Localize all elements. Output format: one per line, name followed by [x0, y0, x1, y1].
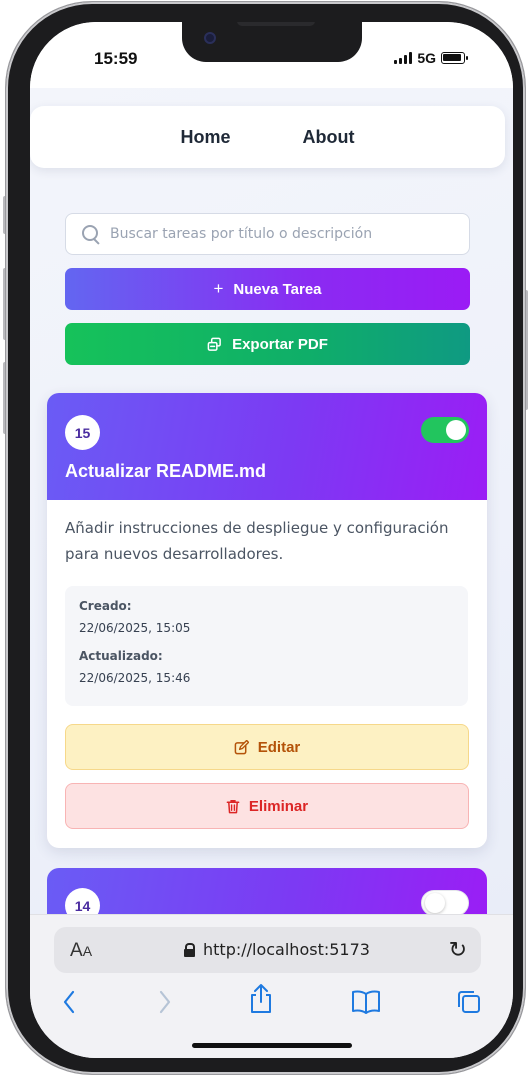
task-id-badge: 14 — [65, 888, 100, 914]
new-task-button[interactable]: + Nueva Tarea — [65, 268, 470, 310]
nav-link-home[interactable]: Home — [181, 127, 231, 148]
task-card: 14 — [47, 868, 487, 914]
url-text: http://localhost:5173 — [203, 940, 370, 959]
home-indicator — [192, 1043, 352, 1048]
phone-frame: 15:59 5G Home About Buscar tareas por tí… — [6, 2, 525, 1074]
edit-icon — [234, 739, 249, 754]
delete-label: Eliminar — [248, 797, 309, 815]
task-card-header: 15 Actualizar README.md — [47, 393, 487, 500]
search-box[interactable] — [65, 213, 470, 255]
export-pdf-button[interactable]: Exportar PDF — [65, 323, 470, 365]
document-export-icon — [207, 337, 221, 351]
forward-icon[interactable] — [158, 989, 172, 1015]
dynamic-island — [182, 22, 362, 62]
new-task-label: Nueva Tarea — [233, 280, 322, 298]
front-camera-icon — [204, 32, 216, 44]
share-icon[interactable] — [248, 983, 274, 1015]
created-label: Creado: — [79, 599, 132, 613]
battery-icon — [441, 52, 468, 64]
export-pdf-label: Exportar PDF — [232, 335, 328, 353]
url-display[interactable]: http://localhost:5173 — [184, 940, 370, 959]
edit-button[interactable]: Editar — [65, 724, 469, 770]
back-icon[interactable] — [62, 989, 76, 1015]
task-title: Actualizar README.md — [65, 461, 267, 481]
web-page[interactable]: Home About + Nueva Tarea Exportar PDF — [30, 88, 513, 914]
signal-icon — [394, 52, 413, 64]
status-bar: 15:59 5G — [30, 22, 513, 88]
plus-icon: + — [213, 279, 224, 298]
browser-nav-row — [30, 983, 513, 1023]
navbar: Home About — [30, 106, 505, 168]
reader-settings-button[interactable]: AA — [70, 940, 92, 962]
task-card: 15 Actualizar README.md Añadir instrucci… — [47, 393, 487, 848]
lock-icon — [184, 943, 195, 957]
search-icon — [82, 225, 100, 243]
tabs-icon[interactable] — [456, 989, 482, 1015]
bookmarks-icon[interactable] — [350, 989, 382, 1015]
status-indicators: 5G — [394, 50, 468, 66]
task-complete-toggle[interactable] — [421, 890, 469, 914]
phone-screen: 15:59 5G Home About Buscar tareas por tí… — [30, 22, 513, 1058]
task-id-badge: 15 — [65, 415, 100, 450]
delete-button[interactable]: Eliminar — [65, 783, 469, 829]
updated-label: Actualizado: — [79, 649, 163, 663]
status-time: 15:59 — [94, 49, 138, 68]
task-description: Añadir instrucciones de despliegue y con… — [65, 519, 449, 563]
task-meta: Creado: 22/06/2025, 15:05 Actualizado: 2… — [65, 586, 468, 706]
edit-label: Editar — [257, 738, 301, 756]
toggle-knob — [425, 893, 445, 913]
nav-link-about[interactable]: About — [303, 127, 355, 148]
trash-icon — [226, 799, 240, 813]
task-complete-toggle[interactable] — [421, 417, 469, 443]
reload-icon[interactable]: ↻ — [449, 937, 467, 963]
toggle-knob — [446, 420, 466, 440]
address-bar[interactable]: AA http://localhost:5173 ↻ — [54, 927, 481, 973]
updated-value: 22/06/2025, 15:46 — [79, 671, 191, 685]
network-type: 5G — [417, 50, 436, 66]
search-input[interactable] — [110, 226, 440, 242]
browser-toolbar: AA http://localhost:5173 ↻ — [30, 914, 513, 1058]
speaker-grille — [237, 22, 315, 26]
created-value: 22/06/2025, 15:05 — [79, 621, 191, 635]
